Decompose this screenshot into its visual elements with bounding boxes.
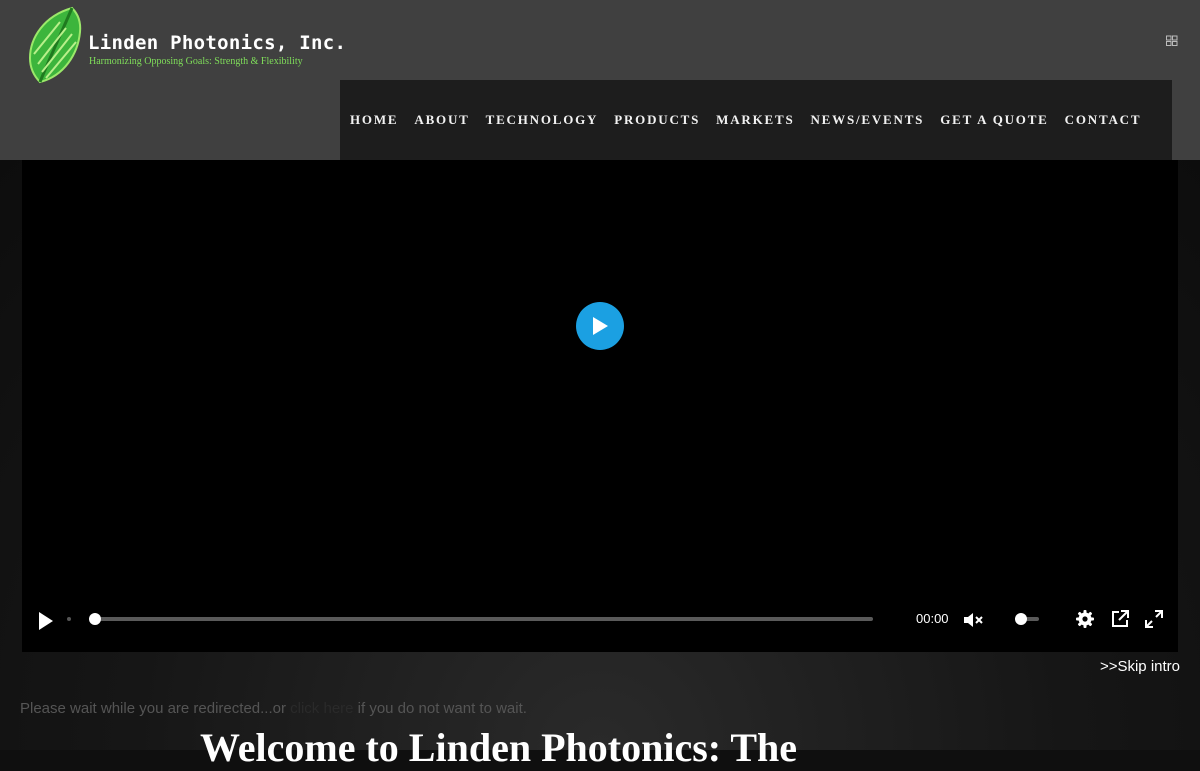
time-display: 00:00	[916, 611, 949, 626]
redirect-notice: Please wait while you are redirected...o…	[20, 700, 527, 717]
redirect-link[interactable]: click here	[290, 700, 353, 717]
redirect-text-after: if you do not want to wait.	[353, 700, 527, 717]
video-controls: 00:00	[22, 604, 1178, 644]
play-icon	[593, 317, 608, 335]
grid-icon[interactable]	[1166, 35, 1178, 47]
nav-about[interactable]: ABOUT	[414, 112, 469, 128]
redirect-text-before: Please wait while you are redirected...o…	[20, 700, 291, 717]
logo-tagline: Harmonizing Opposing Goals: Strength & F…	[89, 56, 303, 67]
logo-name: Linden Photonics, Inc.	[88, 32, 347, 54]
nav-contact[interactable]: CONTACT	[1065, 112, 1142, 128]
buffer-indicator	[67, 617, 71, 621]
nav-products[interactable]: PRODUCTS	[614, 112, 700, 128]
video-player[interactable]: 00:00	[22, 160, 1178, 652]
main-nav: HOME ABOUT TECHNOLOGY PRODUCTS MARKETS N…	[340, 80, 1172, 160]
nav-technology[interactable]: TECHNOLOGY	[486, 112, 599, 128]
play-icon[interactable]	[36, 610, 56, 632]
mute-icon[interactable]	[962, 610, 984, 630]
welcome-heading: Welcome to Linden Photonics: The	[200, 725, 798, 770]
big-play-button[interactable]	[576, 302, 624, 350]
leaf-logo-icon	[28, 6, 82, 84]
hero-section: 00:00 >>Skip intro Please wait while you…	[0, 160, 1200, 770]
site-header: Linden Photonics, Inc. Harmonizing Oppos…	[0, 0, 1200, 160]
nav-news-events[interactable]: NEWS/EVENTS	[810, 112, 924, 128]
nav-home[interactable]: HOME	[350, 112, 398, 128]
popout-icon[interactable]	[1110, 609, 1130, 629]
progress-thumb[interactable]	[89, 613, 101, 625]
volume-thumb[interactable]	[1015, 613, 1027, 625]
settings-icon[interactable]	[1075, 609, 1095, 629]
volume-slider[interactable]	[1015, 613, 1039, 625]
skip-intro-link[interactable]: >>Skip intro	[1100, 658, 1180, 675]
nav-get-a-quote[interactable]: GET A QUOTE	[940, 112, 1048, 128]
nav-markets[interactable]: MARKETS	[716, 112, 794, 128]
progress-bar[interactable]	[89, 613, 873, 625]
site-logo[interactable]: Linden Photonics, Inc. Harmonizing Oppos…	[26, 6, 346, 86]
fullscreen-icon[interactable]	[1144, 609, 1164, 629]
